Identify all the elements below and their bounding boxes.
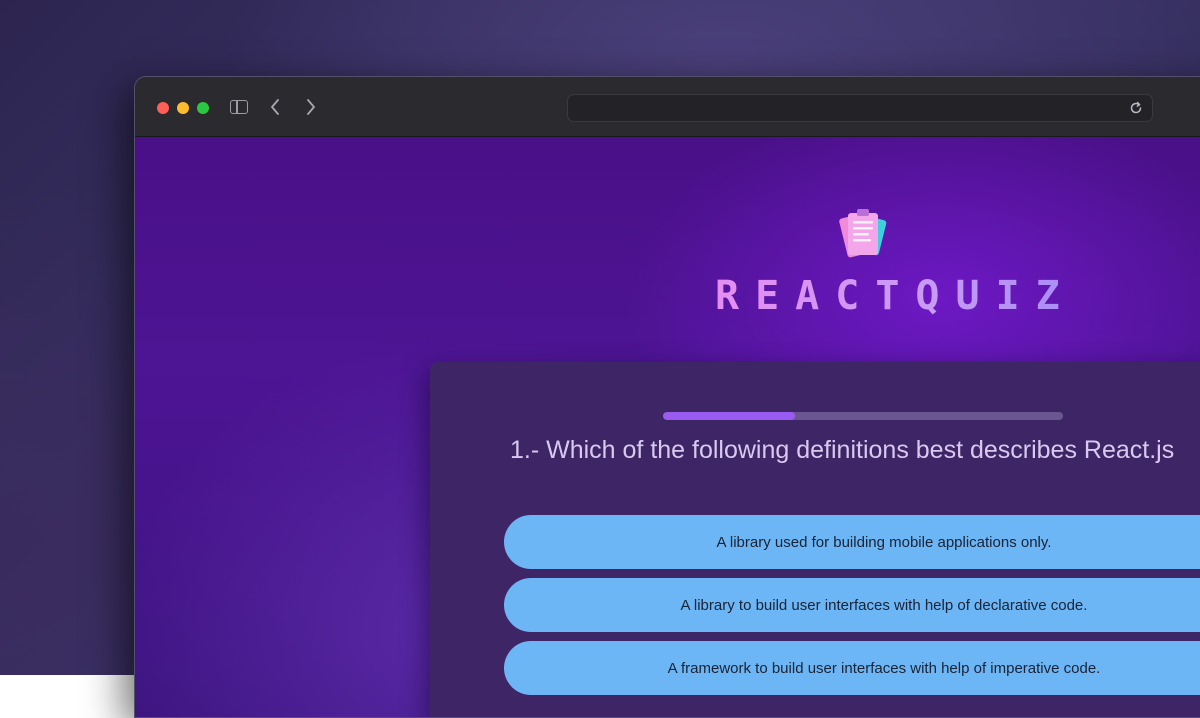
answer-option[interactable]: A library used for building mobile appli… [504, 515, 1200, 569]
answer-option[interactable]: A library to build user interfaces with … [504, 578, 1200, 632]
address-bar[interactable] [567, 94, 1153, 122]
maximize-window-button[interactable] [197, 102, 209, 114]
minimize-window-button[interactable] [177, 102, 189, 114]
answer-options: A library used for building mobile appli… [504, 515, 1200, 704]
quiz-card: 1.- Which of the following definitions b… [430, 362, 1200, 717]
back-arrow-icon[interactable] [265, 95, 285, 119]
app-title: REACTQUIZ [715, 273, 1076, 319]
browser-window: REACTQUIZ 1.- Which of the following def… [134, 76, 1200, 718]
close-window-button[interactable] [157, 102, 169, 114]
question-text: 1.- Which of the following definitions b… [510, 436, 1175, 464]
forward-arrow-icon[interactable] [301, 95, 321, 119]
answer-option-label: A library used for building mobile appli… [716, 533, 1052, 551]
progress-bar-fill [663, 412, 795, 420]
clipboard-icon [835, 205, 891, 265]
progress-bar [663, 412, 1063, 420]
answer-option-label: A framework to build user interfaces wit… [667, 659, 1101, 677]
browser-toolbar [135, 77, 1200, 137]
sidebar-toggle-icon[interactable] [230, 100, 248, 114]
page-viewport: REACTQUIZ 1.- Which of the following def… [135, 137, 1200, 717]
answer-option[interactable]: A framework to build user interfaces wit… [504, 641, 1200, 695]
answer-option-label: A library to build user interfaces with … [680, 596, 1088, 614]
reload-icon[interactable] [1128, 100, 1144, 116]
